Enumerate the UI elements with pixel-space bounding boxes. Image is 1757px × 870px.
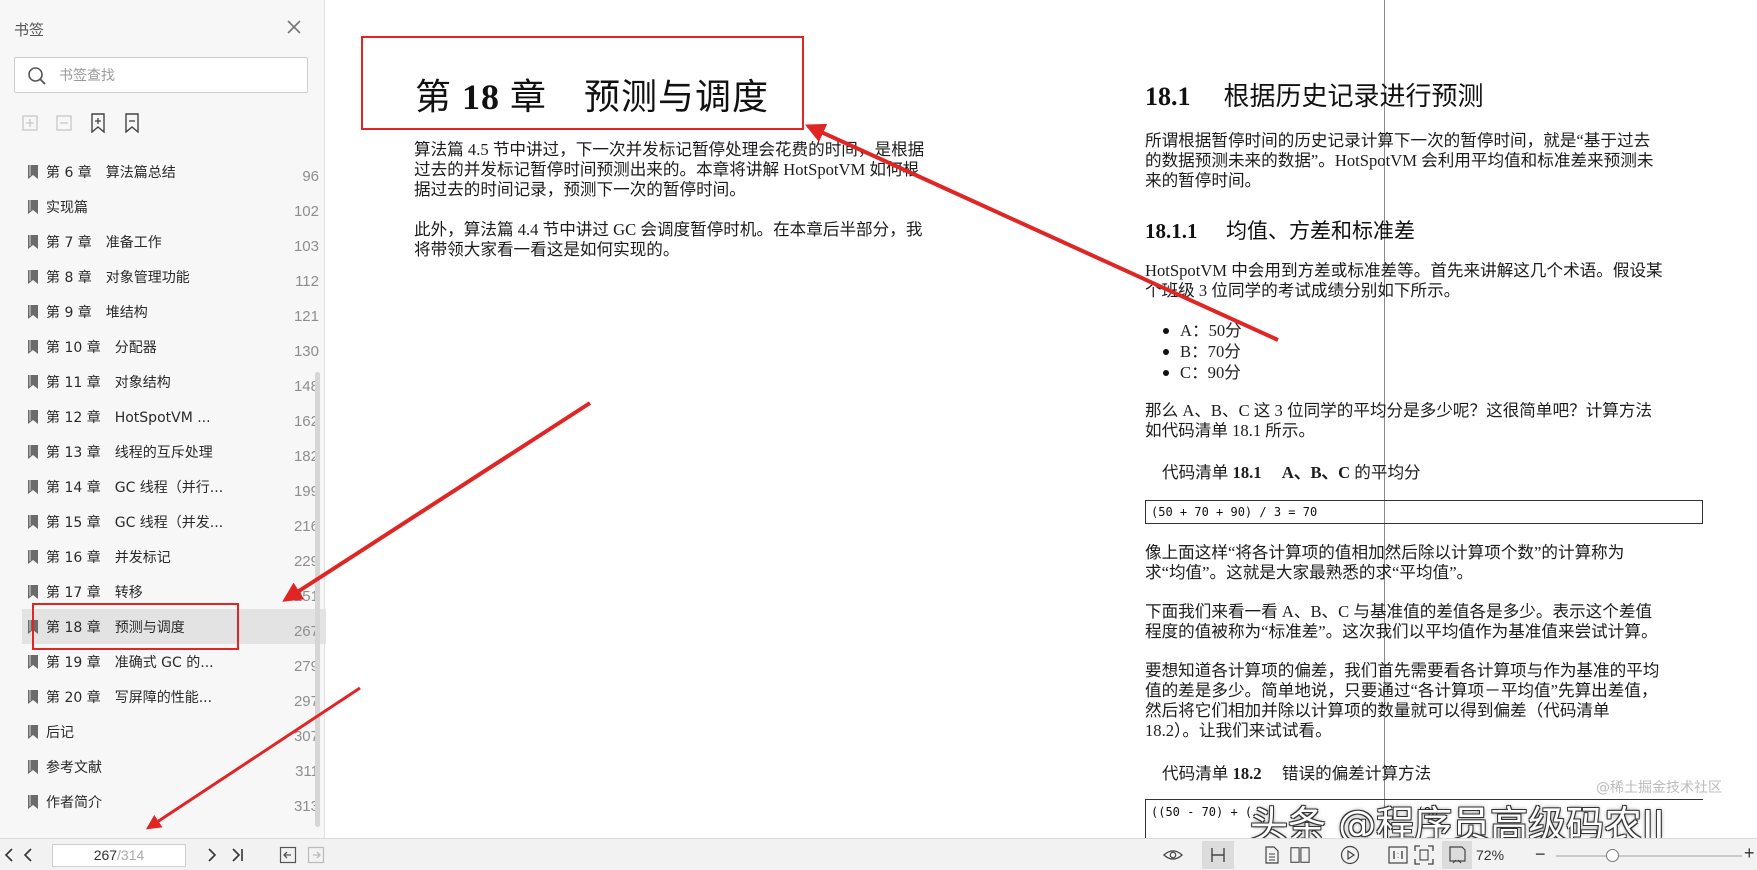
play-icon[interactable] (1340, 845, 1360, 865)
single-page-icon[interactable] (1262, 845, 1282, 865)
continuous-scroll-icon[interactable] (1202, 841, 1234, 869)
watermark-secondary: @稀土掘金技术社区 (1596, 780, 1722, 796)
total-pages: /314 (117, 847, 145, 863)
actual-size-icon[interactable] (1388, 845, 1408, 865)
eye-protection-icon[interactable] (1163, 845, 1183, 865)
arrow-to-bottom (145, 686, 361, 830)
zoom-slider[interactable] (1556, 855, 1742, 857)
fit-page-icon[interactable] (1414, 845, 1434, 865)
fit-width-icon[interactable] (1442, 841, 1472, 869)
bottom-toolbar: 267/314 72% − + (0, 838, 1757, 870)
first-page-icon[interactable] (0, 845, 20, 865)
go-forward-icon[interactable] (306, 845, 326, 865)
go-back-icon[interactable] (278, 845, 298, 865)
last-page-icon[interactable] (228, 845, 248, 865)
double-page-icon[interactable] (1290, 845, 1310, 865)
annotation-arrows (145, 123, 1279, 830)
current-page: 267 (93, 847, 118, 863)
next-page-icon[interactable] (202, 845, 222, 865)
zoom-level[interactable]: 72% (1476, 847, 1504, 863)
zoom-out-button[interactable]: − (1535, 844, 1546, 865)
prev-page-icon[interactable] (18, 845, 38, 865)
arrow-to-chapter-title (804, 123, 1279, 342)
arrow-to-toc-item (282, 401, 592, 602)
zoom-in-button[interactable]: + (1744, 843, 1755, 864)
page-number-field[interactable]: 267/314 (52, 844, 186, 867)
zoom-slider-handle[interactable] (1605, 849, 1619, 862)
